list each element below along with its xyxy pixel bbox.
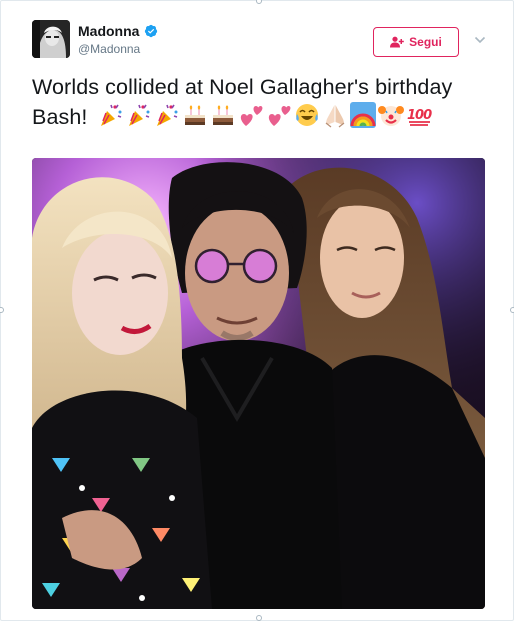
tweet-text: Worlds collided at Noel Gallagher's birt… [32, 72, 492, 132]
emoji-row: 100 [98, 102, 432, 128]
tweet-photo[interactable] [32, 158, 485, 609]
birthday-cake-icon [184, 105, 205, 125]
group-photo-image [32, 158, 485, 609]
two-hearts-icon [240, 106, 262, 126]
party-popper-icon [100, 104, 122, 126]
verified-badge-icon [145, 24, 158, 38]
resize-handle-bottom [256, 615, 262, 621]
follow-button-label: Segui [409, 35, 442, 49]
rainbow-icon [349, 102, 376, 128]
follow-button[interactable]: Segui [373, 27, 459, 57]
chevron-down-icon[interactable] [473, 33, 487, 47]
person-add-icon [390, 36, 404, 48]
avatar-image [32, 20, 70, 58]
party-popper-icon [128, 104, 150, 126]
resize-handle-left [0, 307, 4, 313]
resize-handle-right [510, 307, 514, 313]
svg-text:100: 100 [407, 108, 432, 123]
tears-of-joy-icon [295, 104, 318, 126]
hundred-points-icon: 100 [407, 108, 432, 126]
author-name[interactable]: Madonna [78, 23, 139, 39]
clown-face-icon [377, 106, 404, 126]
author-handle[interactable]: @Madonna [78, 42, 140, 56]
party-popper-icon [156, 104, 178, 126]
birthday-cake-icon [212, 105, 233, 125]
avatar[interactable] [32, 20, 70, 58]
two-hearts-icon [268, 106, 290, 126]
folded-hands-icon [325, 105, 344, 128]
tweet-card: Madonna @Madonna Segui Worlds collided a… [0, 0, 514, 621]
resize-handle-top [256, 0, 262, 4]
author-name-row[interactable]: Madonna [78, 23, 158, 39]
